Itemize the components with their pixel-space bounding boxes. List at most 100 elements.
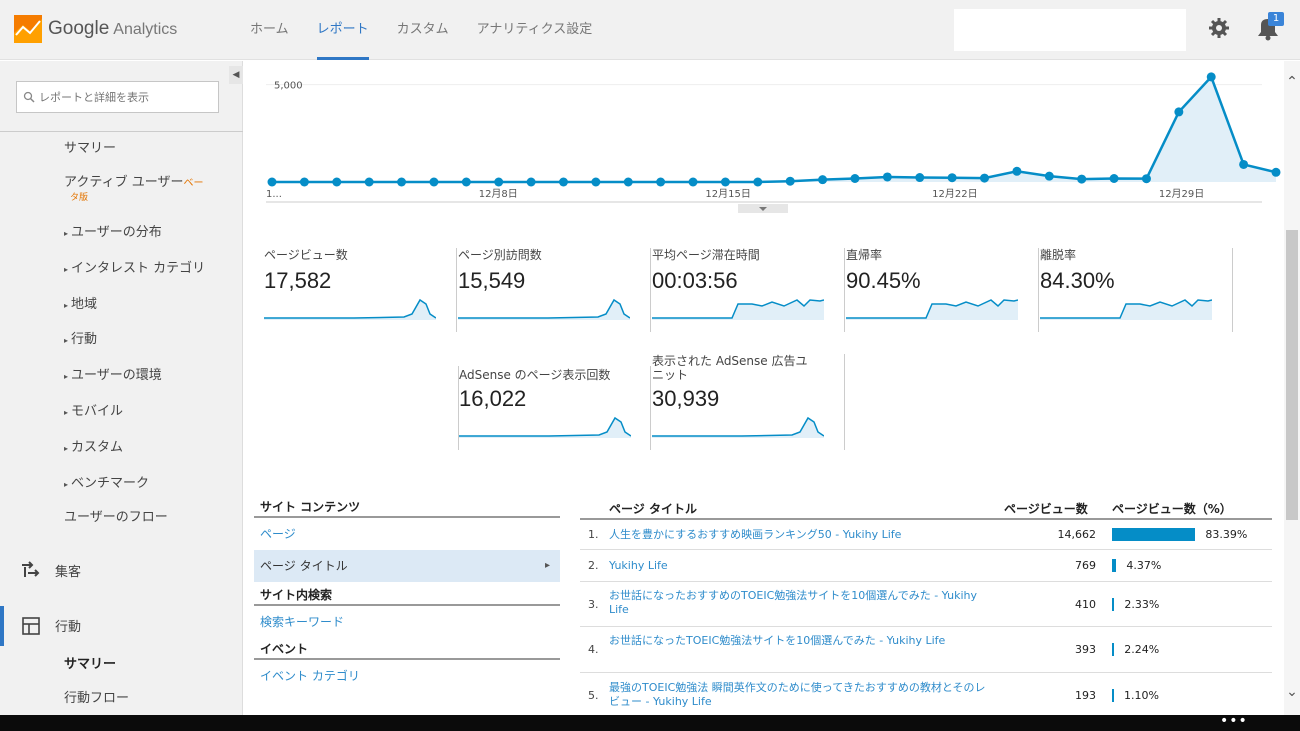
sidebar-item-behavior-summary[interactable]: サマリー [64, 653, 116, 672]
metric-sparkline [459, 416, 631, 438]
chart-point [882, 172, 892, 182]
metric-label: ページビュー数 [264, 248, 348, 262]
scroll-down-icon[interactable]: ⌄ [1284, 684, 1300, 700]
active-section-indicator [0, 606, 4, 646]
sparkline-area [1040, 300, 1212, 320]
event-category-link[interactable]: イベント カテゴリ [254, 660, 560, 692]
chart-point [980, 173, 990, 183]
sidebar-item-label: 地域 [71, 297, 98, 312]
metric-bounce-rate[interactable]: 直帰率 90.45% [846, 248, 1039, 332]
sparkline-area [459, 418, 631, 438]
metric-adsense-units[interactable]: 表示された AdSense 広告ユ ニット 30,939 [652, 354, 845, 450]
column-header-pageviews-pct[interactable]: ページビュー数（%） [1112, 500, 1232, 517]
search-icon [23, 91, 35, 103]
sparkline-line [652, 416, 824, 437]
page-title-link[interactable]: ページ タイトル ▸ [254, 550, 560, 582]
events-header: イベント [254, 638, 560, 660]
sparkline-area [652, 300, 824, 320]
tab-custom[interactable]: カスタム [397, 0, 449, 60]
sparkline-area [264, 300, 436, 320]
sidebar-item-custom[interactable]: ▸ カスタム [64, 436, 123, 455]
scroll-up-icon[interactable]: ⌃ [1284, 74, 1300, 90]
page-link[interactable]: ページ [254, 518, 560, 550]
metric-sparkline [1040, 299, 1212, 320]
table-row: 3. お世話になったおすすめのTOEIC勉強法サイトを10個選んでみた - Yu… [580, 582, 1272, 627]
expand-arrow-icon: ▸ [64, 480, 69, 489]
chart-point [720, 177, 730, 187]
column-header-title[interactable]: ページ タイトル [609, 500, 697, 517]
x-tick-label: 12月8日 [479, 188, 518, 200]
chart-point [1077, 174, 1087, 184]
sidebar-item-mobile[interactable]: ▸ モバイル [64, 400, 123, 419]
metric-pageviews[interactable]: ページビュー数 17,582 [264, 248, 457, 332]
sidebar-item-label: モバイル [71, 404, 124, 419]
sidebar-item-summary[interactable]: サマリー [64, 137, 116, 156]
collapse-sidebar-button[interactable]: ◀ [229, 66, 243, 84]
report-search-input[interactable] [39, 82, 219, 112]
chart-point [1239, 159, 1249, 169]
account-selector[interactable] [954, 9, 1186, 51]
gear-icon[interactable] [1208, 17, 1230, 39]
metric-value: 84.30% [1040, 268, 1115, 293]
metric-adsense-pageviews[interactable]: AdSense のページ表示回数 16,022 [458, 366, 651, 450]
beta-badge: ベー [183, 178, 204, 189]
tab-admin[interactable]: アナリティクス設定 [477, 0, 593, 60]
chart-point [267, 177, 277, 187]
row-number: 3. [588, 598, 599, 611]
metric-value: 00:03:56 [652, 268, 738, 293]
notification-badge: 1 [1268, 12, 1284, 26]
row-pageviews: 14,662 [1057, 528, 1097, 541]
analytics-logo[interactable]: Google Analytics [14, 15, 177, 43]
tab-reports[interactable]: レポート [316, 0, 369, 60]
acquisition-icon [22, 561, 40, 577]
row-title-link[interactable]: 最強のTOEIC勉強法 瞬間英作文のために使ってきたおすすめの教材とそのレビュー… [609, 681, 987, 709]
chart-point [753, 177, 763, 187]
metric-label: 表示された AdSense 広告ユ ニット [652, 354, 808, 382]
row-title-link[interactable]: Yukihy Life [609, 559, 987, 573]
column-header-pageviews[interactable]: ページビュー数 [1004, 500, 1088, 517]
more-dots-icon[interactable]: ••• [1220, 713, 1248, 729]
chart-point [494, 177, 504, 187]
expand-arrow-icon: ▸ [64, 265, 69, 274]
sidebar-item-label: インタレスト カテゴリ [71, 261, 206, 276]
metric-exit-rate[interactable]: 離脱率 84.30% [1040, 248, 1233, 332]
metric-avg-time[interactable]: 平均ページ滞在時間 00:03:56 [652, 248, 845, 332]
row-title-link[interactable]: 人生を豊かにするおすすめ映画ランキング50 - Yukihy Life [609, 528, 987, 542]
sidebar-item-active-users[interactable]: アクティブ ユーザーベー [64, 171, 203, 190]
table-row: 5. 最強のTOEIC勉強法 瞬間英作文のために使ってきたおすすめの教材とそのレ… [580, 673, 1272, 715]
top-header: Google Analytics ホーム レポート カスタム アナリティクス設定 … [0, 0, 1300, 60]
x-tick-label: 12月15日 [705, 188, 750, 200]
chart-point [623, 177, 633, 187]
sidebar-item-geo[interactable]: ▸ 地域 [64, 293, 97, 312]
row-title-link[interactable]: お世話になったTOEIC勉強法サイトを10個選んでみた - Yukihy Lif… [609, 634, 987, 648]
chevron-right-icon: ▸ [544, 560, 550, 571]
sidebar-item-behavior[interactable]: ▸ 行動 [64, 328, 97, 347]
metric-label: ページ別訪問数 [458, 248, 542, 262]
sidebar-item-environment[interactable]: ▸ ユーザーの環境 [64, 364, 162, 383]
sidebar-item-benchmark[interactable]: ▸ ベンチマーク [64, 472, 149, 491]
search-keyword-link[interactable]: 検索キーワード [254, 606, 560, 638]
sidebar-item-behavior-flow[interactable]: 行動フロー [64, 687, 129, 706]
sidebar-item-label: ベンチマーク [71, 476, 150, 491]
metric-value: 17,582 [264, 268, 332, 293]
sidebar-item-label: 行動 [71, 332, 98, 347]
row-share-bar [1112, 598, 1115, 611]
sidebar-item-interests[interactable]: ▸ インタレスト カテゴリ [64, 257, 205, 276]
expand-arrow-icon: ▸ [64, 408, 69, 417]
sparkline-line [458, 298, 630, 319]
chart-point [818, 175, 828, 185]
row-share-pct: 2.24% [1124, 643, 1160, 656]
y-tick-label: 5,000 [274, 81, 303, 92]
metric-value: 90.45% [846, 268, 921, 293]
sidebar-section-acquisition[interactable]: 集客 [55, 561, 81, 580]
sidebar-item-user-flow[interactable]: ユーザーのフロー [64, 506, 168, 525]
sidebar-item-user-distribution[interactable]: ▸ ユーザーの分布 [64, 221, 162, 240]
row-title-link[interactable]: お世話になったおすすめのTOEIC勉強法サイトを10個選んでみた - Yukih… [609, 589, 987, 617]
tab-home[interactable]: ホーム [250, 0, 289, 60]
sidebar-section-behavior[interactable]: 行動 [55, 616, 81, 635]
chart-point [526, 177, 536, 187]
scrollbar-thumb[interactable] [1286, 230, 1298, 520]
chart-point [785, 176, 795, 186]
report-search[interactable] [16, 81, 219, 113]
metric-unique-pageviews[interactable]: ページ別訪問数 15,549 [458, 248, 651, 332]
